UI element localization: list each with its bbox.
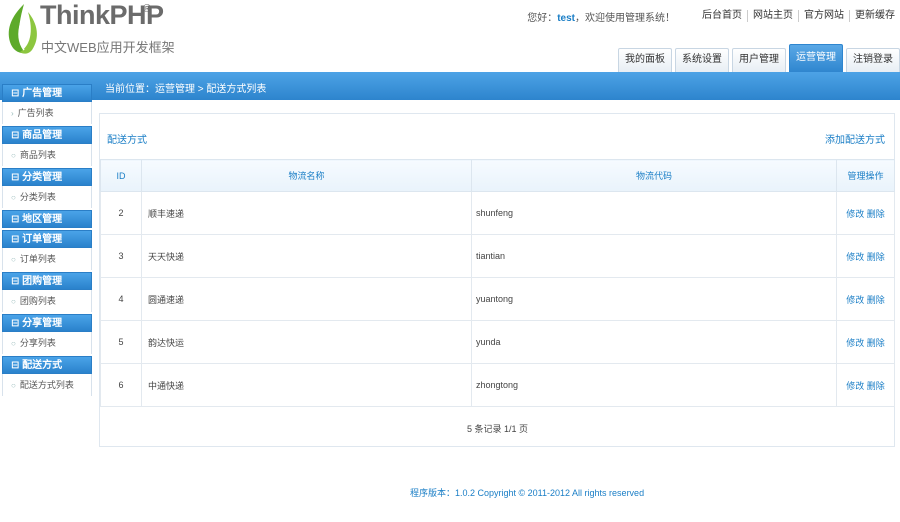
cell-ops: 修改 删除 [836,277,895,321]
thinkphp-logo-icon [8,4,37,54]
table-row: 2 顺丰速递 shunfeng 修改 删除 [100,191,895,235]
cell-ops: 修改 删除 [836,234,895,278]
cell-id: 4 [100,277,142,321]
sidebar-group-shipping: ⊟ 配送方式 ○ 配送方式列表 [2,356,92,396]
edit-link[interactable]: 修改 [846,338,864,348]
bullet-icon: ○ [11,193,16,202]
link-update-cache[interactable]: 更新缓存 [849,10,900,22]
edit-link[interactable]: 修改 [846,381,864,391]
sidebar-group-orders: ⊟ 订单管理 ○ 订单列表 [2,230,92,270]
link-admin-home[interactable]: 后台首页 [697,10,747,22]
copyright: 程序版本：1.0.2 Copyright © 2011-2012 All rig… [410,488,645,498]
tab-operations[interactable]: 运营管理 [789,44,843,72]
table-row: 6 中通快递 zhongtong 修改 删除 [100,363,895,407]
sidebar-head-share[interactable]: ⊟ 分享管理 [2,314,92,332]
main-panel: 配送方式 添加配送方式 ID 物流名称 物流代码 管理操作 2 顺丰速递 shu… [99,113,895,447]
link-official-site[interactable]: 官方网站 [798,10,849,22]
edit-link[interactable]: 修改 [846,252,864,262]
tab-logout[interactable]: 注销登录 [846,48,900,72]
sidebar-item-share-list[interactable]: ○ 分享列表 [2,332,92,354]
table-row: 4 圆通速递 yuantong 修改 删除 [100,277,895,321]
cell-code: yuantong [471,277,837,321]
tab-system-settings[interactable]: 系统设置 [675,48,729,72]
cell-id: 3 [100,234,142,278]
pagination-text: 5 条记录 1/1 页 [466,423,529,434]
delete-link[interactable]: 删除 [867,209,885,219]
cell-code: zhongtong [471,363,837,407]
cell-name: 韵达快运 [141,320,472,364]
sidebar-group-region: ⊟ 地区管理 [2,210,92,228]
tab-user-management[interactable]: 用户管理 [732,48,786,72]
cell-name: 中通快递 [141,363,472,407]
table-row: 3 天天快递 tiantian 修改 删除 [100,234,895,278]
sidebar-item-order-list[interactable]: ○ 订单列表 [2,248,92,270]
sidebar-item-goods-list[interactable]: ○ 商品列表 [2,144,92,166]
sidebar-item-groupbuy-list[interactable]: ○ 团购列表 [2,290,92,312]
username: test [557,12,575,24]
bullet-icon: ○ [11,255,16,264]
delete-link[interactable]: 删除 [867,381,885,391]
sidebar-item-category-list[interactable]: ○ 分类列表 [2,186,92,208]
main-tabs: 我的面板 系统设置 用户管理 运营管理 注销登录 [615,44,900,72]
cell-ops: 修改 删除 [836,363,895,407]
brand-subtitle: 中文WEB应用开发框架 [41,40,175,55]
bullet-icon: ○ [11,339,16,348]
sidebar-head-shipping[interactable]: ⊟ 配送方式 [2,356,92,374]
sidebar-head-ads[interactable]: ⊟ 广告管理 [2,84,92,102]
shipping-table: ID 物流名称 物流代码 管理操作 2 顺丰速递 shunfeng 修改 删除 … [100,159,895,450]
table-header-row: ID 物流名称 物流代码 管理操作 [100,159,895,192]
cell-code: tiantian [471,234,837,278]
delete-link[interactable]: 删除 [867,295,885,305]
cell-id: 2 [100,191,142,235]
delete-link[interactable]: 删除 [867,252,885,262]
cell-name: 天天快递 [141,234,472,278]
cell-ops: 修改 删除 [836,191,895,235]
col-id: ID [100,159,142,192]
col-name: 物流名称 [141,159,472,192]
bullet-icon: ○ [11,297,16,306]
sidebar-head-category[interactable]: ⊟ 分类管理 [2,168,92,186]
sidebar-group-goods: ⊟ 商品管理 ○ 商品列表 [2,126,92,166]
cell-ops: 修改 删除 [836,320,895,364]
col-ops: 管理操作 [836,159,895,192]
sidebar-head-goods[interactable]: ⊟ 商品管理 [2,126,92,144]
sidebar-head-groupbuy[interactable]: ⊟ 团购管理 [2,272,92,290]
sidebar: ⊟ 广告管理 › 广告列表 ⊟ 商品管理 ○ 商品列表 ⊟ 分类管理 ○ 分类列表 ⊟… [2,82,92,522]
panel-title: 配送方式 [107,135,147,146]
pagination-row: 5 条记录 1/1 页 [101,407,895,450]
edit-link[interactable]: 修改 [846,295,864,305]
sidebar-group-share: ⊟ 分享管理 ○ 分享列表 [2,314,92,354]
sidebar-head-orders[interactable]: ⊟ 订单管理 [2,230,92,248]
sidebar-item-ad-list[interactable]: › 广告列表 [2,102,92,124]
link-site-home[interactable]: 网站主页 [747,10,798,22]
cell-name: 圆通速递 [141,277,472,321]
bullet-icon: ○ [11,381,16,390]
breadcrumb-bar: 当前位置：运营管理 > 配送方式列表 [0,72,900,100]
sidebar-item-shipping-list[interactable]: ○ 配送方式列表 [2,374,92,396]
delete-link[interactable]: 删除 [867,338,885,348]
table-row: 5 韵达快运 yunda 修改 删除 [100,320,895,364]
bullet-icon: ○ [11,151,16,160]
cell-id: 6 [100,363,142,407]
cell-name: 顺丰速递 [141,191,472,235]
sidebar-group-groupbuy: ⊟ 团购管理 ○ 团购列表 [2,272,92,312]
edit-link[interactable]: 修改 [846,209,864,219]
header: ThinkPHP ® 中文WEB应用开发框架 您好：test，欢迎使用管理系统！… [0,0,900,72]
breadcrumb: 当前位置：运营管理 > 配送方式列表 [105,84,267,95]
tab-my-panel[interactable]: 我的面板 [618,48,672,72]
bullet-icon: › [11,109,14,118]
welcome-text: 您好：test，欢迎使用管理系统！ [527,12,675,24]
top-links: 您好：test，欢迎使用管理系统！ 后台首页 网站主页 官方网站 更新缓存 [527,9,900,24]
sidebar-group-ads: ⊟ 广告管理 › 广告列表 [2,84,92,124]
registered-mark: ® [143,3,152,15]
col-code: 物流代码 [471,159,837,192]
add-shipping-method-link[interactable]: 添加配送方式 [825,131,885,146]
sidebar-group-category: ⊟ 分类管理 ○ 分类列表 [2,168,92,208]
cell-id: 5 [100,320,142,364]
sidebar-head-region[interactable]: ⊟ 地区管理 [2,210,92,228]
cell-code: shunfeng [471,191,837,235]
cell-code: yunda [471,320,837,364]
